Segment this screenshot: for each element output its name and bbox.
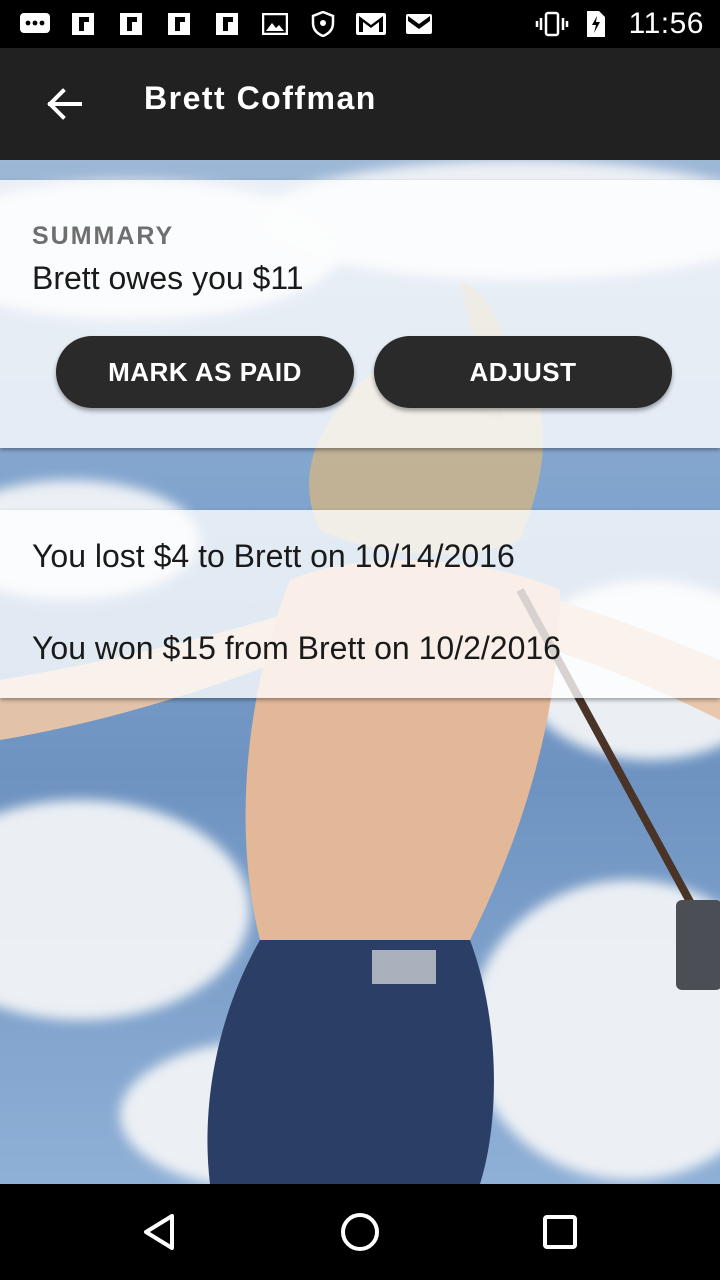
adjust-button[interactable]: ADJUST [374, 336, 672, 408]
shield-icon [306, 10, 340, 38]
summary-label: SUMMARY [32, 222, 175, 250]
square-recents-icon [543, 1215, 577, 1249]
app-toolbar: Brett Coffman [0, 48, 720, 160]
balance-summary: Brett owes you $11 [32, 260, 304, 296]
arrow-back-icon [47, 88, 82, 120]
clock: 11:56 [628, 7, 704, 40]
triangle-back-icon [144, 1214, 174, 1250]
mark-as-paid-button[interactable]: MARK AS PAID [56, 336, 354, 408]
flipboard-icon [66, 10, 100, 38]
chat-icon [18, 10, 52, 38]
summary-card: SUMMARY Brett owes you $11 MARK AS PAID … [0, 180, 720, 448]
flipboard-icon [162, 10, 196, 38]
nav-home-button[interactable] [336, 1208, 384, 1256]
page-title: Brett Coffman [144, 80, 377, 116]
flipboard-icon [210, 10, 244, 38]
system-icons: 11:56 [535, 6, 704, 42]
circle-home-icon [341, 1213, 379, 1251]
back-button[interactable] [36, 76, 92, 132]
no-sim-icon [579, 10, 613, 38]
gmail-icon [402, 10, 436, 38]
history-item[interactable]: You lost $4 to Brett on 10/14/2016 [32, 538, 515, 575]
notification-icons [18, 8, 436, 40]
nav-recents-button[interactable] [536, 1208, 584, 1256]
vibrate-icon [535, 10, 569, 38]
nav-back-button[interactable] [136, 1208, 184, 1256]
flipboard-icon [114, 10, 148, 38]
navigation-bar [0, 1184, 720, 1280]
image-icon [258, 10, 292, 38]
status-bar: 11:56 [0, 0, 720, 48]
history-card: You lost $4 to Brett on 10/14/2016 You w… [0, 510, 720, 698]
history-item[interactable]: You won $15 from Brett on 10/2/2016 [32, 630, 561, 667]
gmail-icon [354, 10, 388, 38]
